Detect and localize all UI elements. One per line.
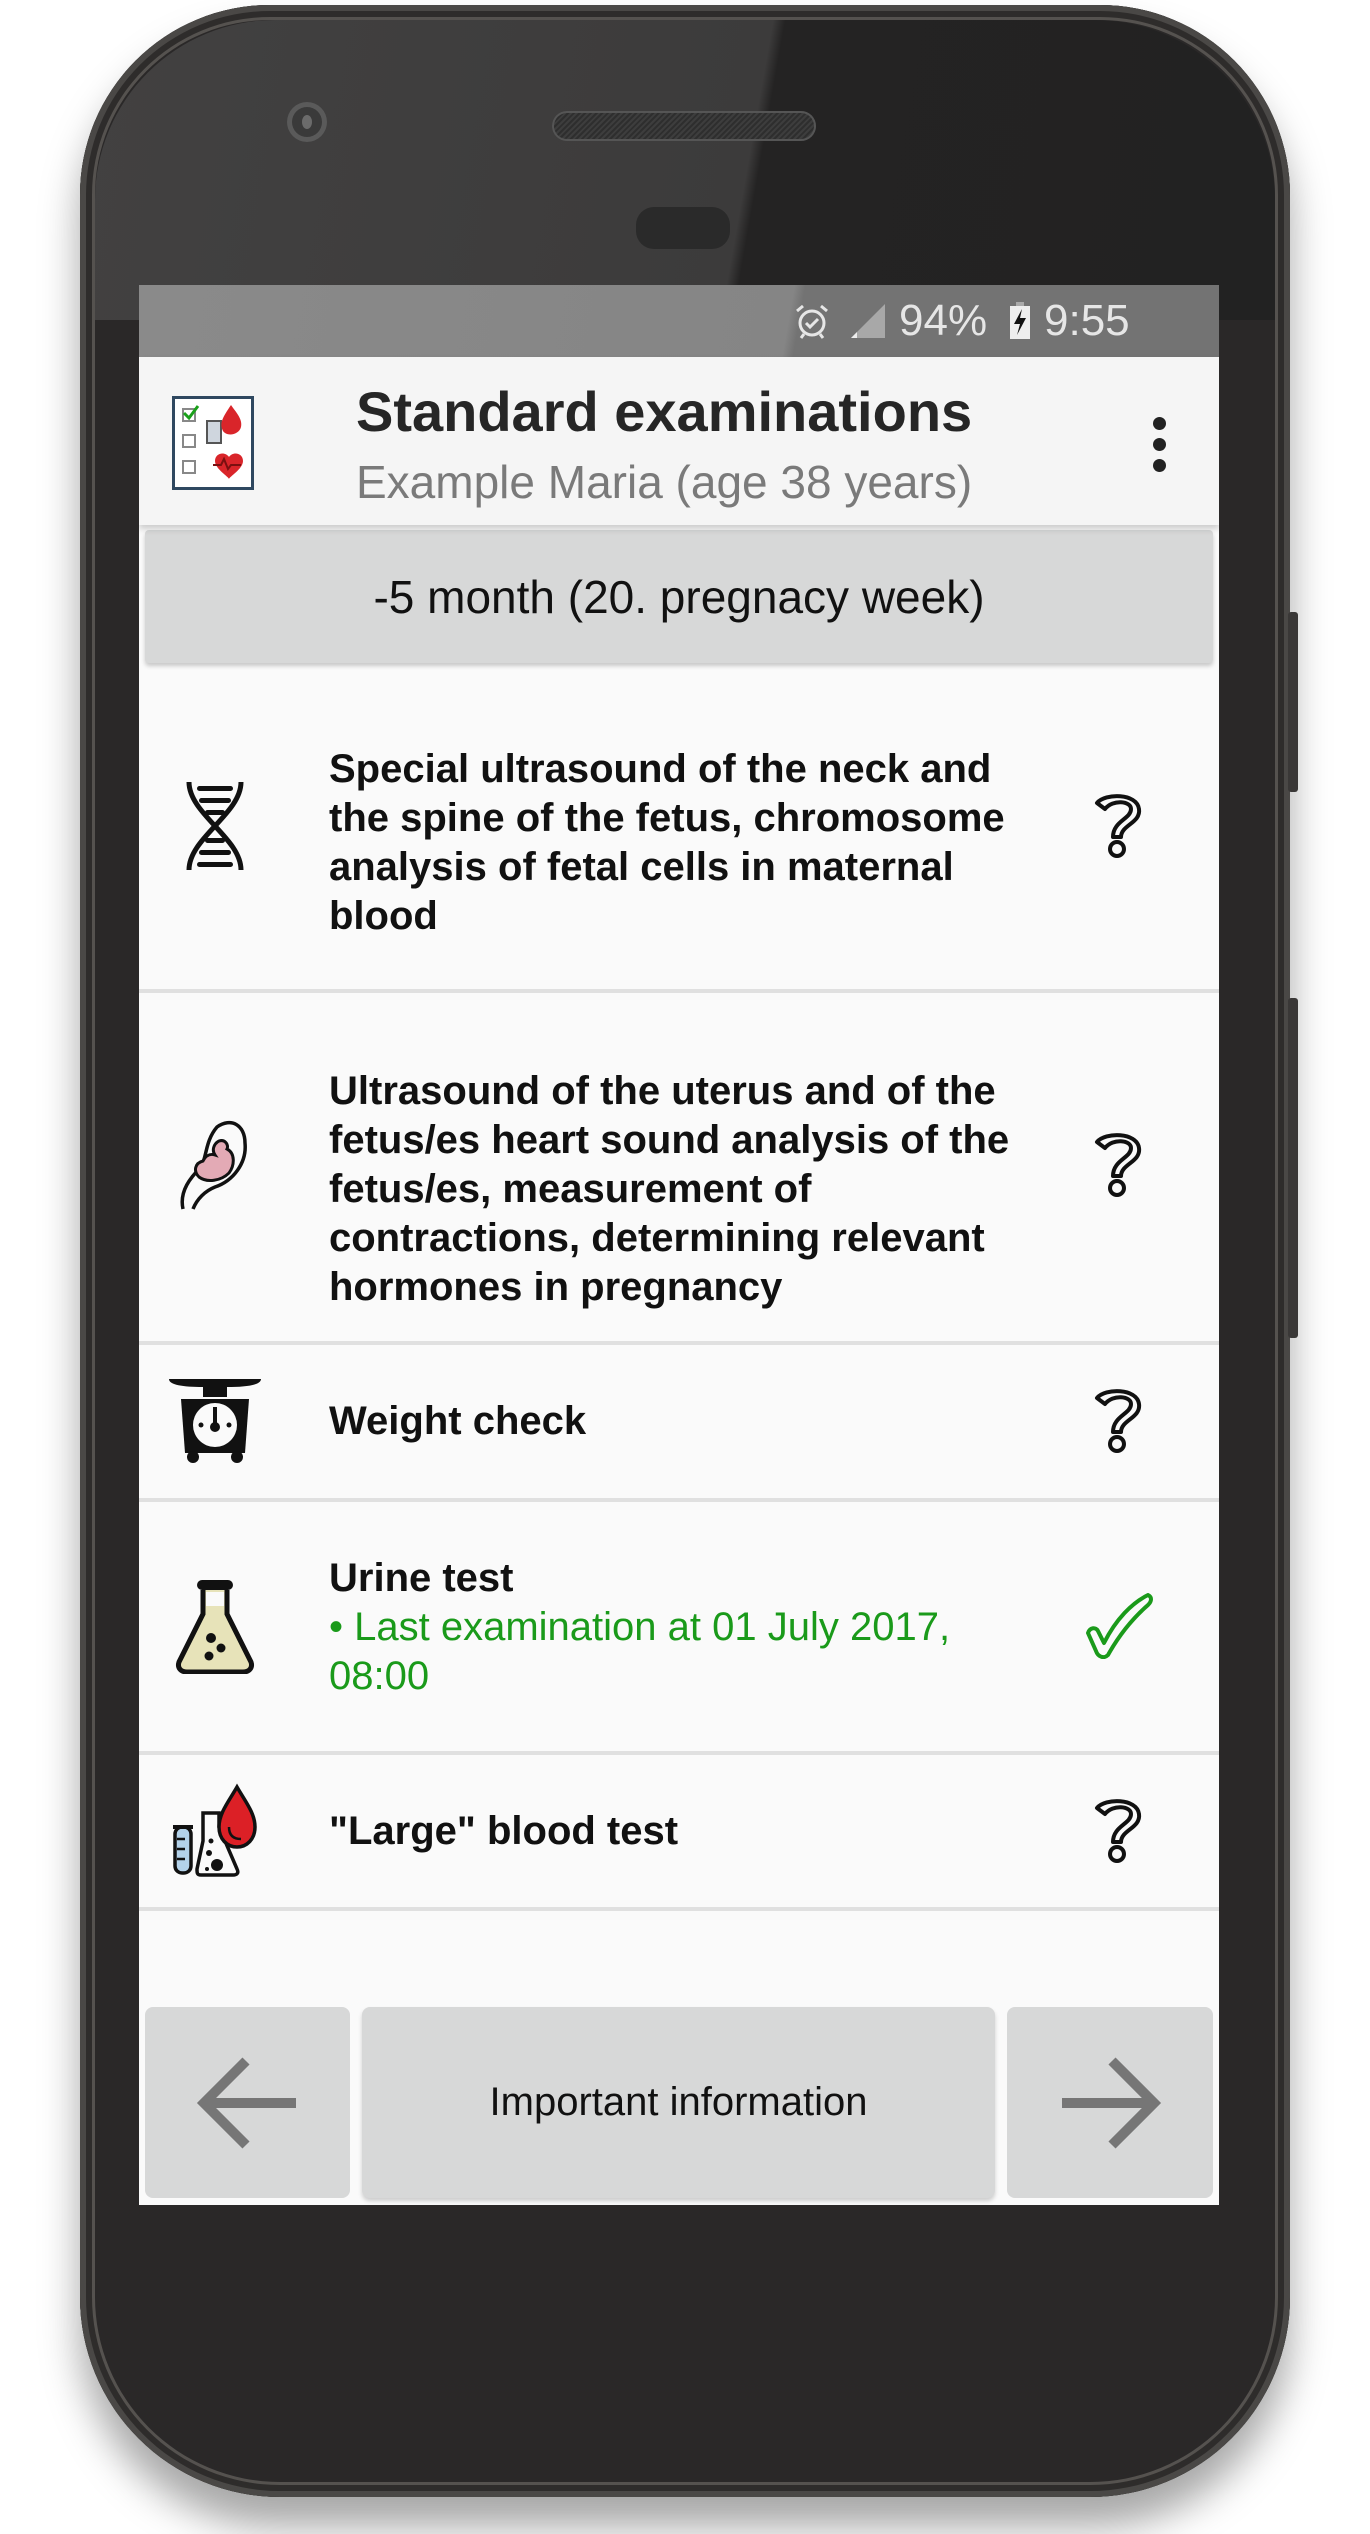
exam-row-uterus-ultrasound[interactable]: Ultrasound of the uterus and of the fetu… <box>139 993 1219 1345</box>
battery-percent: 94% <box>899 296 988 345</box>
important-information-button[interactable]: Important information <box>362 2007 995 2198</box>
exam-title: "Large" blood test <box>329 1809 679 1853</box>
earpiece-speaker <box>552 111 816 141</box>
exam-row-special-ultrasound[interactable]: Special ultrasound of the neck and the s… <box>139 663 1219 993</box>
phone-screen: 94% 9:55 Standard examinations Example M… <box>139 285 1219 2205</box>
exam-text: Urine test • Last examination at 01 July… <box>329 1554 1029 1701</box>
exam-row-large-blood-test[interactable]: "Large" blood test <box>139 1755 1219 1911</box>
exam-title: Ultrasound of the uterus and of the fetu… <box>329 1069 1010 1309</box>
arrow-right-icon <box>1062 2056 1162 2149</box>
more-vert-icon[interactable] <box>1129 409 1189 479</box>
flask-icon <box>165 1576 265 1676</box>
alarm-clock-icon <box>792 285 832 357</box>
important-information-label: Important information <box>489 2080 868 2124</box>
arrow-left-icon <box>196 2056 296 2149</box>
signal-icon <box>849 285 887 357</box>
checklist-logo-icon <box>172 396 254 490</box>
phone-bezel-top <box>95 20 1275 320</box>
question-mark-icon[interactable] <box>1079 1381 1159 1461</box>
volume-rocker <box>1288 998 1298 1338</box>
exam-title: Weight check <box>329 1399 587 1443</box>
exam-title: Urine test <box>329 1556 514 1600</box>
last-examination-detail: • Last examination at 01 July 2017, 08:0… <box>329 1605 951 1698</box>
period-header: -5 month (20. pregnacy week) <box>145 530 1213 663</box>
exam-title: Special ultrasound of the neck and the s… <box>329 747 1005 938</box>
proximity-sensor <box>636 207 730 249</box>
previous-button[interactable] <box>145 2007 350 2198</box>
battery-charging-icon <box>1009 285 1031 357</box>
question-mark-icon[interactable] <box>1079 1125 1159 1205</box>
next-button[interactable] <box>1007 2007 1213 2198</box>
question-mark-icon[interactable] <box>1079 786 1159 866</box>
power-button <box>1288 612 1298 792</box>
blood-test-icon <box>165 1781 265 1881</box>
fetus-icon <box>165 1115 265 1215</box>
dna-icon <box>165 776 265 876</box>
question-mark-icon[interactable] <box>1079 1791 1159 1871</box>
front-camera-lens <box>302 115 312 129</box>
scale-icon <box>165 1371 265 1471</box>
page-title: Standard examinations <box>356 380 973 443</box>
clock-time: 9:55 <box>1044 296 1130 345</box>
checkmark-icon[interactable] <box>1079 1586 1159 1666</box>
patient-subtitle: Example Maria (age 38 years) <box>356 456 973 508</box>
status-bar: 94% 9:55 <box>139 285 1219 357</box>
exam-row-weight-check[interactable]: Weight check <box>139 1345 1219 1502</box>
exam-row-urine-test[interactable]: Urine test • Last examination at 01 July… <box>139 1502 1219 1755</box>
app-bar: Standard examinations Example Maria (age… <box>139 357 1219 525</box>
